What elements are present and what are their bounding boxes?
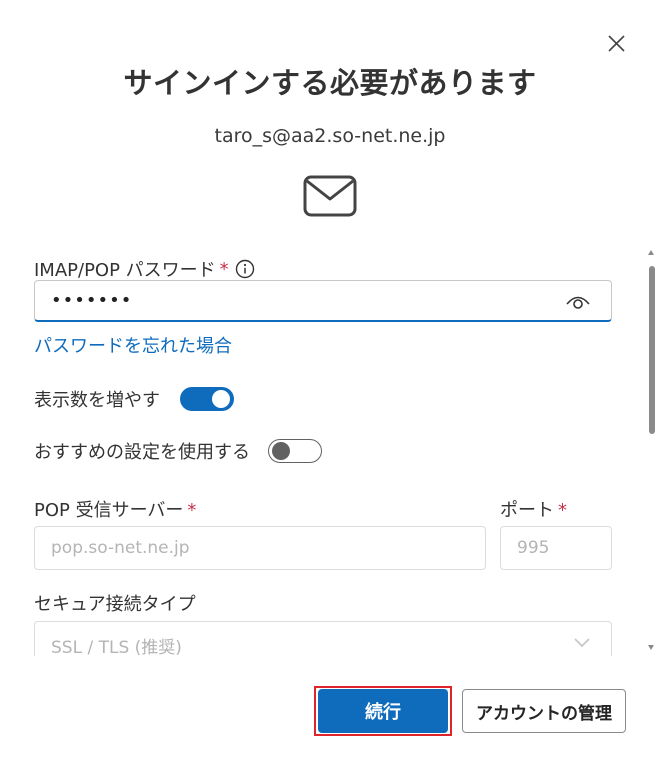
password-label: IMAP/POP パスワード * xyxy=(34,256,255,282)
password-label-text: IMAP/POP パスワード xyxy=(34,260,216,281)
account-email: taro_s@aa2.so-net.ne.jp xyxy=(214,125,446,147)
scrollbar[interactable] xyxy=(645,246,657,654)
show-more-row: 表示数を増やす xyxy=(34,386,234,412)
recommended-settings-row: おすすめの設定を使用する xyxy=(34,438,322,464)
security-type-select[interactable]: SSL / TLS (推奨) xyxy=(34,621,612,656)
mail-icon xyxy=(303,175,357,217)
show-more-toggle[interactable] xyxy=(180,387,234,411)
port-placeholder: 995 xyxy=(517,538,550,558)
scroll-down-arrow-icon[interactable] xyxy=(648,645,654,650)
password-value: ••••••• xyxy=(51,290,133,311)
forgot-password-link[interactable]: パスワードを忘れた場合 xyxy=(34,332,232,358)
scrollbar-thumb[interactable] xyxy=(649,266,655,434)
port-input[interactable]: 995 xyxy=(500,526,612,570)
server-input[interactable]: pop.so-net.ne.jp xyxy=(34,526,486,570)
manage-account-button[interactable]: アカウントの管理 xyxy=(462,689,626,733)
required-mark: * xyxy=(219,258,229,280)
toggle-knob xyxy=(272,442,290,460)
eye-icon[interactable] xyxy=(565,292,591,312)
server-label-text: POP 受信サーバー xyxy=(34,500,184,521)
server-placeholder: pop.so-net.ne.jp xyxy=(51,538,190,558)
settings-scroll-area: IMAP/POP パスワード * ••••••• パスワードを忘れた場合 表示数… xyxy=(0,240,660,656)
chevron-down-icon xyxy=(574,638,590,648)
toggle-knob xyxy=(212,390,230,408)
security-type-label: セキュア接続タイプ xyxy=(34,594,196,615)
required-mark: * xyxy=(187,500,197,521)
recommended-settings-label: おすすめの設定を使用する xyxy=(34,442,250,463)
server-label: POP 受信サーバー * xyxy=(34,496,196,522)
scroll-up-arrow-icon[interactable] xyxy=(648,250,654,255)
port-label: ポート * xyxy=(500,496,567,522)
recommended-settings-toggle[interactable] xyxy=(268,439,322,463)
password-field[interactable]: ••••••• xyxy=(34,280,612,322)
close-icon[interactable] xyxy=(600,28,632,60)
port-label-text: ポート xyxy=(500,500,554,521)
continue-button[interactable]: 続行 xyxy=(318,689,448,733)
sign-in-dialog: サインインする必要があります taro_s@aa2.so-net.ne.jp I… xyxy=(0,0,660,766)
security-type-value: SSL / TLS (推奨) xyxy=(51,638,182,656)
show-more-label: 表示数を増やす xyxy=(34,390,160,411)
info-icon[interactable] xyxy=(235,259,255,279)
required-mark: * xyxy=(558,500,567,521)
dialog-title: サインインする必要があります xyxy=(123,66,537,100)
